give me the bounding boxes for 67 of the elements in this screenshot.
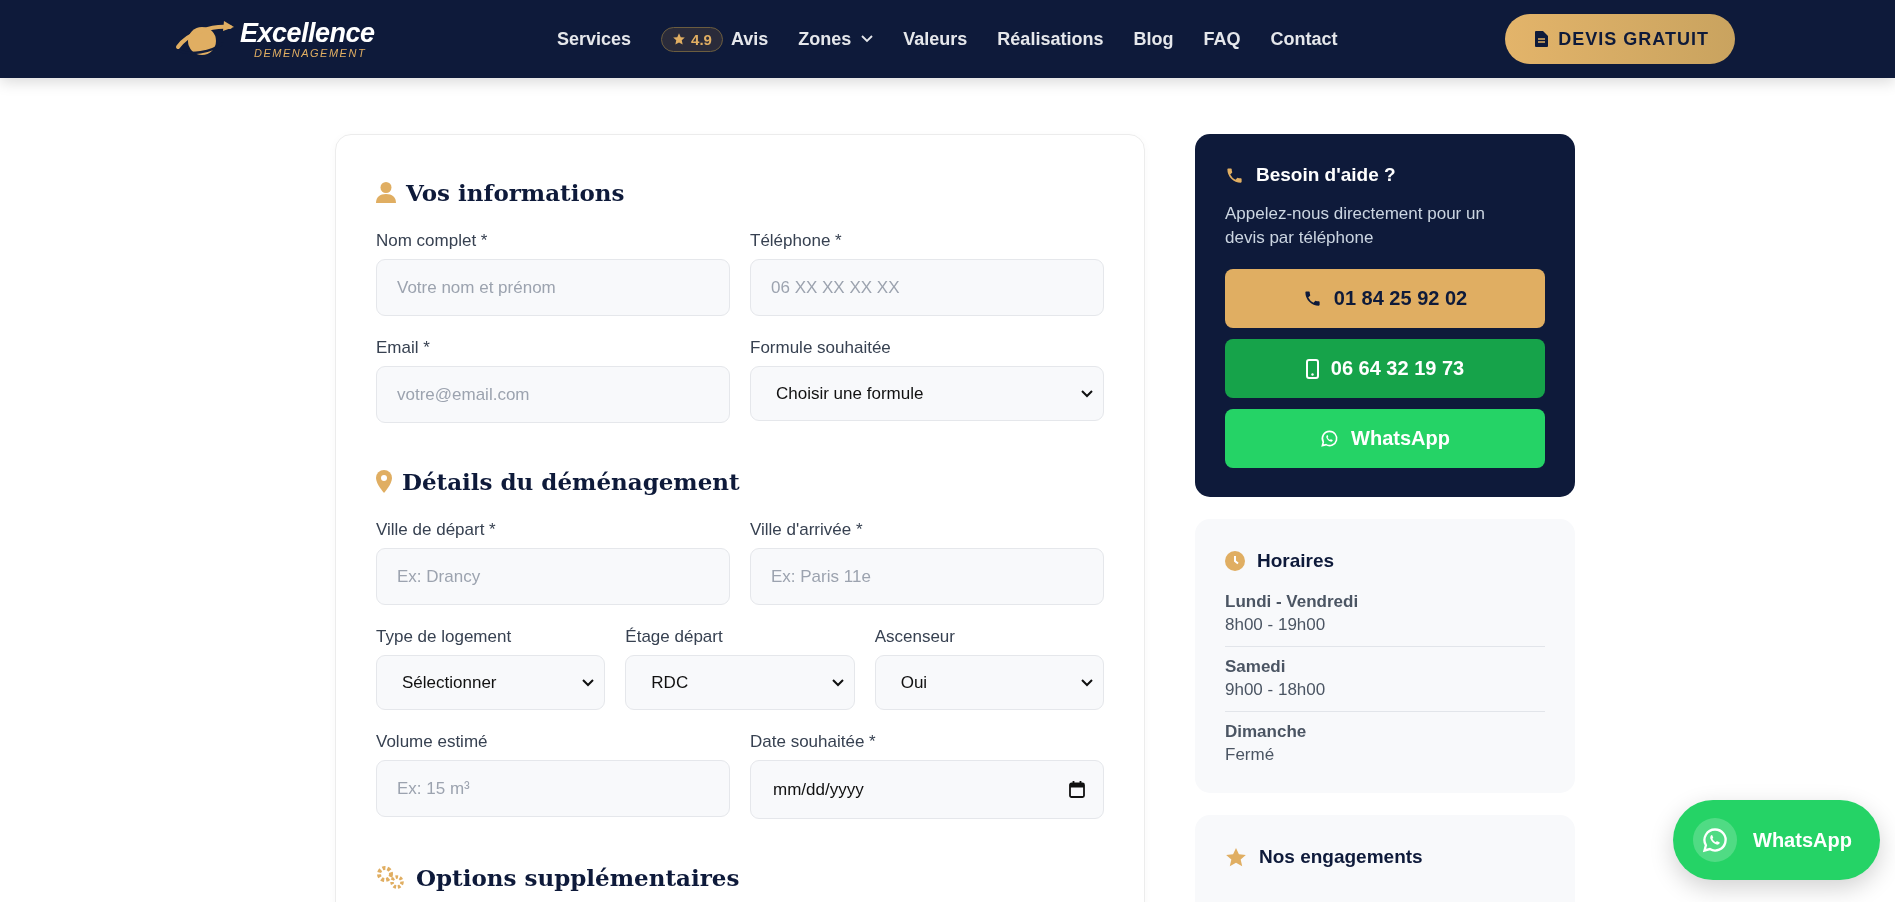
input-field[interactable]: Votre nom et prénom (376, 259, 730, 316)
phone-icon (1302, 289, 1322, 308)
nav-link[interactable]: Services (557, 28, 632, 50)
opening-hours: Fermé (1225, 745, 1276, 765)
whatsapp-icon (1320, 429, 1340, 448)
call-button[interactable]: 01 84 25 92 02 (1225, 269, 1545, 328)
nav-link[interactable]: Avis (730, 28, 769, 50)
dropdown-field[interactable]: RDC (625, 655, 855, 710)
field-label: Nom complet * (376, 231, 489, 251)
input-field[interactable]: votre@email.com (376, 366, 730, 423)
nav-link[interactable]: Contact (1270, 28, 1338, 50)
nav-dropdown[interactable]: Zones (798, 28, 874, 50)
field-label: Ville de départ * (376, 520, 497, 540)
input-field[interactable]: Ex: Drancy (376, 548, 730, 605)
opening-hours: 9h00 - 18h00 (1225, 680, 1327, 700)
logo-wordmark: Excellence (240, 19, 375, 47)
gears-icon (376, 865, 406, 889)
chevron-down-icon (1081, 678, 1093, 687)
dropdown-field[interactable]: Choisir une formule (750, 366, 1104, 421)
opening-hours: 8h00 - 19h00 (1225, 615, 1327, 635)
logo[interactable]: Excellence DEMENAGEMENT (174, 17, 474, 61)
field-label: Ascenseur (874, 627, 956, 647)
nav-link[interactable]: Valeurs (903, 28, 968, 50)
section-heading: Options supplémentaires (416, 863, 740, 891)
section-heading: Vos informations (406, 178, 625, 206)
help-description: Appelez-nous directement pour un devis par téléphone (1225, 203, 1486, 249)
document-icon (1535, 31, 1549, 47)
star-icon (672, 32, 687, 46)
section-heading: Détails du déménagement (402, 467, 740, 495)
input-field[interactable]: Ex: 15 m³ (376, 760, 730, 817)
whatsapp-icon (1701, 826, 1729, 854)
dropdown-field[interactable]: Sélectionner (376, 655, 606, 710)
dropdown-field[interactable]: Oui (874, 655, 1104, 710)
field-label: Type de logement (376, 627, 513, 647)
field-label: Volume estimé (376, 732, 489, 752)
chevron-down-icon (1081, 389, 1093, 398)
nav-link[interactable]: Blog (1133, 28, 1174, 50)
field-label: Téléphone * (750, 231, 843, 251)
field-label: Formule souhaitée (750, 338, 892, 358)
card-title: Besoin d'aide ? (1256, 164, 1396, 186)
star-icon (1225, 846, 1247, 868)
mobile-phone-icon (1305, 358, 1319, 379)
rating-badge: 4.9 (661, 26, 723, 52)
date-field[interactable]: mm/dd/yyyy (750, 760, 1104, 819)
free-quote-button[interactable]: DEVIS GRATUIT (1505, 14, 1735, 64)
clock-icon (1225, 551, 1245, 571)
chevron-down-icon (831, 678, 844, 687)
nav-link[interactable]: FAQ (1203, 28, 1241, 50)
input-field[interactable]: Ex: Paris 11e (750, 548, 1104, 605)
field-label: Étage départ (625, 627, 724, 647)
chevron-down-icon (861, 35, 874, 43)
field-label: Email * (376, 338, 431, 358)
day-label: Lundi - Vendredi (1225, 592, 1360, 612)
input-field[interactable]: 06 XX XX XX XX (750, 259, 1104, 316)
card-title: Nos engagements (1259, 846, 1423, 868)
field-label: Date souhaitée * (750, 732, 877, 752)
card-title: Horaires (1257, 550, 1335, 572)
person-icon (376, 181, 396, 203)
logo-tagline: DEMENAGEMENT (254, 47, 368, 59)
chevron-down-icon (582, 678, 595, 687)
field-label: Ville d'arrivée * (750, 520, 864, 540)
day-label: Samedi (1225, 657, 1287, 677)
map-pin-icon (376, 469, 392, 493)
calendar-icon (1069, 781, 1085, 798)
day-label: Dimanche (1225, 722, 1308, 742)
phone-icon (1225, 165, 1244, 185)
nav-link[interactable]: Réalisations (997, 28, 1104, 50)
